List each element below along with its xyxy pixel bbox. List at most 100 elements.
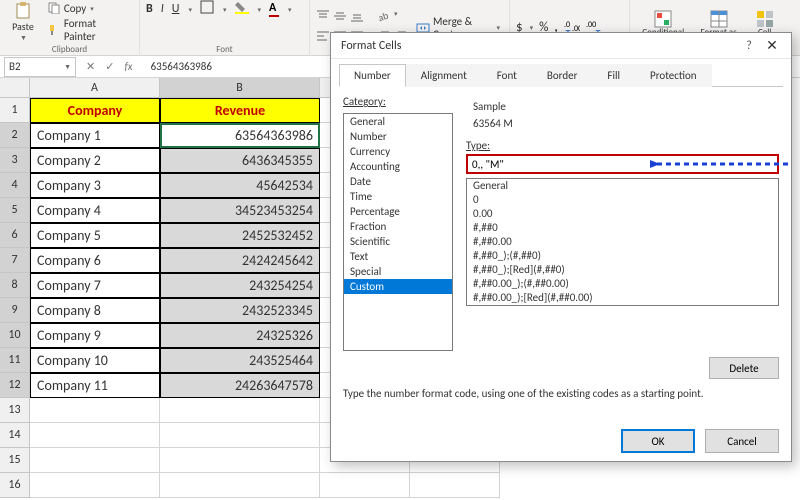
row-header[interactable]: 15 [0,448,30,473]
cancel-button[interactable]: Cancel [705,429,779,453]
cell[interactable]: 243525464 [160,348,320,373]
row-header[interactable]: 7 [0,248,30,273]
cell[interactable] [30,473,160,498]
cell[interactable]: Company 1 [30,123,160,148]
ok-button[interactable]: OK [621,429,695,453]
cell[interactable] [160,473,320,498]
bold-button[interactable]: B [146,2,153,16]
align-top-icon[interactable] [316,9,330,27]
paste-button[interactable]: Paste ▼ [6,0,40,44]
category-item[interactable]: Currency [344,144,452,159]
cell[interactable]: Company 10 [30,348,160,373]
cell[interactable] [30,423,160,448]
cell[interactable]: 24325326 [160,323,320,348]
row-header[interactable]: 2 [0,123,30,148]
category-item[interactable]: Special [344,264,452,279]
category-item[interactable]: Custom [344,279,452,294]
format-painter-button[interactable]: Format Painter [44,16,133,44]
cell[interactable]: 2452532452 [160,223,320,248]
cell[interactable]: Company 9 [30,323,160,348]
tab-fill[interactable]: Fill [592,64,635,87]
row-header[interactable]: 4 [0,173,30,198]
orientation-icon[interactable]: ab [376,9,390,27]
tab-protection[interactable]: Protection [635,64,712,87]
cell[interactable]: Company 3 [30,173,160,198]
cell[interactable] [160,398,320,423]
type-item[interactable]: 0 [467,193,778,207]
row-header[interactable]: 12 [0,373,30,398]
copy-button[interactable]: Copy ▾ [44,0,133,16]
row-header[interactable]: 9 [0,298,30,323]
cell[interactable]: Company 11 [30,373,160,398]
border-button[interactable] [200,0,214,18]
row-header[interactable]: 13 [0,398,30,423]
col-header-A[interactable]: A [30,78,160,98]
tab-number[interactable]: Number [339,64,406,87]
type-item[interactable]: #,##0.00 [467,235,778,249]
type-item[interactable]: #,##0.00_);[Red](#,##0.00) [467,291,778,305]
cell[interactable]: Company [30,98,160,123]
row-header[interactable]: 14 [0,423,30,448]
fill-color-button[interactable] [235,0,249,18]
cell[interactable] [160,448,320,473]
category-item[interactable]: Fraction [344,219,452,234]
cell[interactable] [30,448,160,473]
underline-button[interactable]: U [172,2,180,16]
cell[interactable]: Company 7 [30,273,160,298]
close-icon[interactable]: ✕ [759,37,785,54]
cell[interactable] [160,423,320,448]
row-header[interactable]: 5 [0,198,30,223]
cell[interactable]: Company 8 [30,298,160,323]
cell[interactable]: Company 2 [30,148,160,173]
tab-font[interactable]: Font [482,64,532,87]
type-input[interactable] [466,154,779,174]
cancel-formula-icon[interactable]: ✕ [86,60,95,73]
row-header[interactable]: 6 [0,223,30,248]
cell[interactable]: 2432523345 [160,298,320,323]
cell[interactable]: 6436345355 [160,148,320,173]
type-item[interactable]: 0.00 [467,207,778,221]
type-item[interactable]: #,##0_);[Red](#,##0) [467,263,778,277]
italic-button[interactable]: I [161,2,164,16]
row-header[interactable]: 10 [0,323,30,348]
category-item[interactable]: Number [344,129,452,144]
font-color-button[interactable]: A [269,1,279,17]
col-header-B[interactable]: B [160,78,320,98]
category-item[interactable]: Text [344,249,452,264]
category-list[interactable]: GeneralNumberCurrencyAccountingDateTimeP… [343,113,453,351]
row-header[interactable]: 3 [0,148,30,173]
type-item[interactable]: General [467,179,778,193]
type-list[interactable]: General00.00#,##0#,##0.00#,##0_);(#,##0)… [466,178,779,306]
align-left-icon[interactable] [316,29,330,47]
row-header[interactable]: 11 [0,348,30,373]
cell[interactable]: 45642534 [160,173,320,198]
category-item[interactable]: General [344,114,452,129]
fx-icon[interactable]: fx [124,60,132,73]
align-bottom-icon[interactable] [350,9,364,27]
category-item[interactable]: Percentage [344,204,452,219]
help-icon[interactable]: ? [739,39,759,53]
select-all-triangle[interactable] [0,78,30,98]
type-item[interactable]: #,##0 [467,221,778,235]
tab-border[interactable]: Border [532,64,593,87]
cell[interactable] [410,473,500,498]
category-item[interactable]: Scientific [344,234,452,249]
type-item[interactable]: #,##0.00_);(#,##0.00) [467,277,778,291]
row-header[interactable]: 16 [0,473,30,498]
formula-value[interactable]: 63564363986 [151,60,212,73]
delete-button[interactable]: Delete [709,357,779,379]
cell[interactable]: 2424245642 [160,248,320,273]
cell[interactable]: 63564363986 [160,123,320,148]
name-box[interactable]: B2 ▼ [4,57,76,77]
dialog-titlebar[interactable]: Format Cells ? ✕ [331,33,791,59]
category-item[interactable]: Date [344,174,452,189]
tab-alignment[interactable]: Alignment [406,64,482,87]
row-header[interactable]: 8 [0,273,30,298]
align-middle-icon[interactable] [333,9,347,27]
row-header[interactable]: 1 [0,98,30,123]
cell[interactable]: 24263647578 [160,373,320,398]
type-item[interactable]: #,##0_);(#,##0) [467,249,778,263]
cell[interactable] [30,398,160,423]
cell[interactable]: 243254254 [160,273,320,298]
category-item[interactable]: Time [344,189,452,204]
